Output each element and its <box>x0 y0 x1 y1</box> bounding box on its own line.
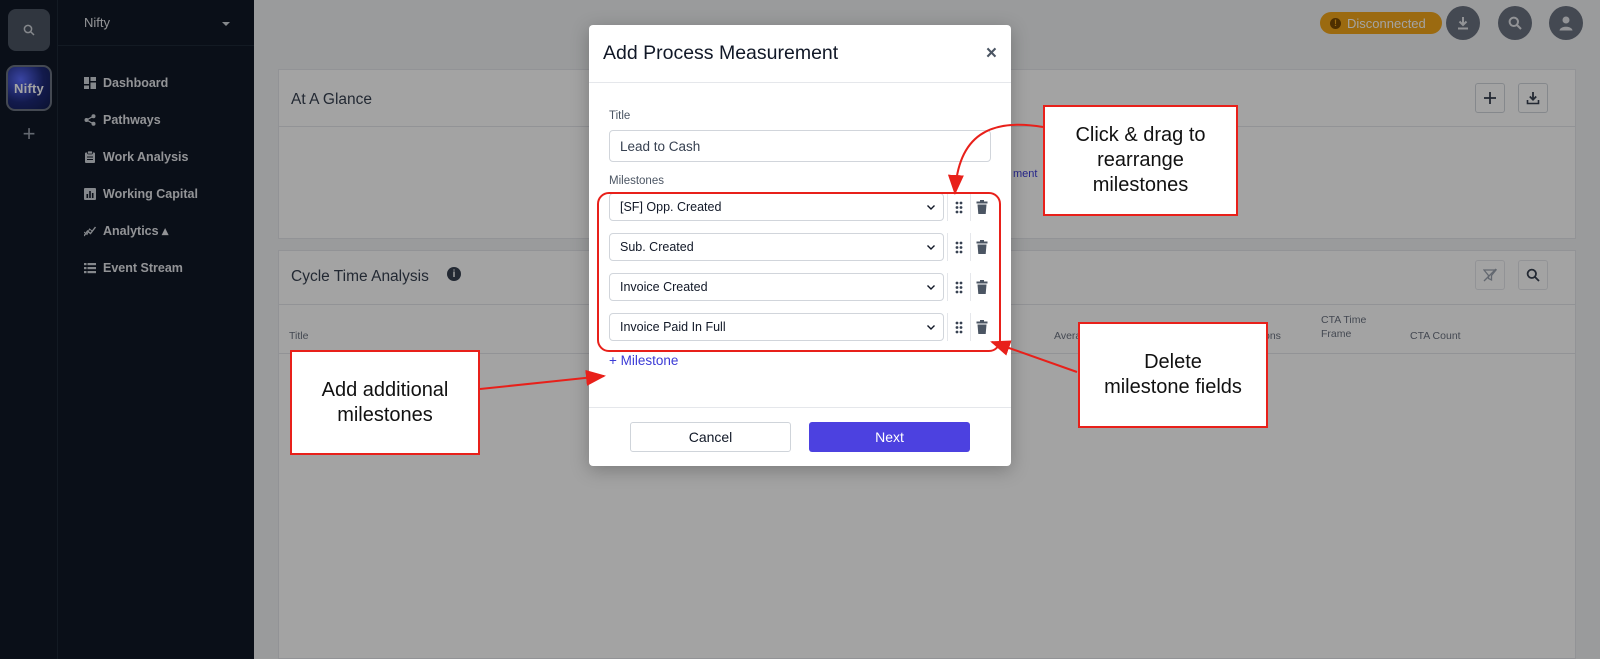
close-icon[interactable]: × <box>986 44 997 64</box>
delete-callout: Delete milestone fields <box>1078 322 1268 428</box>
milestones-highlight <box>597 192 1001 352</box>
delete-callout-text: Delete milestone fields <box>1104 351 1242 398</box>
title-input[interactable]: Lead to Cash <box>609 130 991 162</box>
dialog-header: Add Process Measurement × <box>589 25 1011 83</box>
drag-callout: Click & drag to rearrange milestones <box>1043 105 1238 216</box>
title-label: Title <box>609 110 631 122</box>
next-button[interactable]: Next <box>809 422 970 452</box>
add-callout: Add additional milestones <box>290 350 480 455</box>
divider <box>589 407 1011 408</box>
cancel-button[interactable]: Cancel <box>630 422 791 452</box>
drag-callout-text: Click & drag to rearrange milestones <box>1075 124 1206 196</box>
dialog-title: Add Process Measurement <box>603 42 839 64</box>
milestones-label: Milestones <box>609 175 664 187</box>
add-milestone-link[interactable]: + Milestone <box>609 353 678 368</box>
title-input-value: Lead to Cash <box>620 138 701 154</box>
add-callout-text: Add additional milestones <box>321 378 449 426</box>
